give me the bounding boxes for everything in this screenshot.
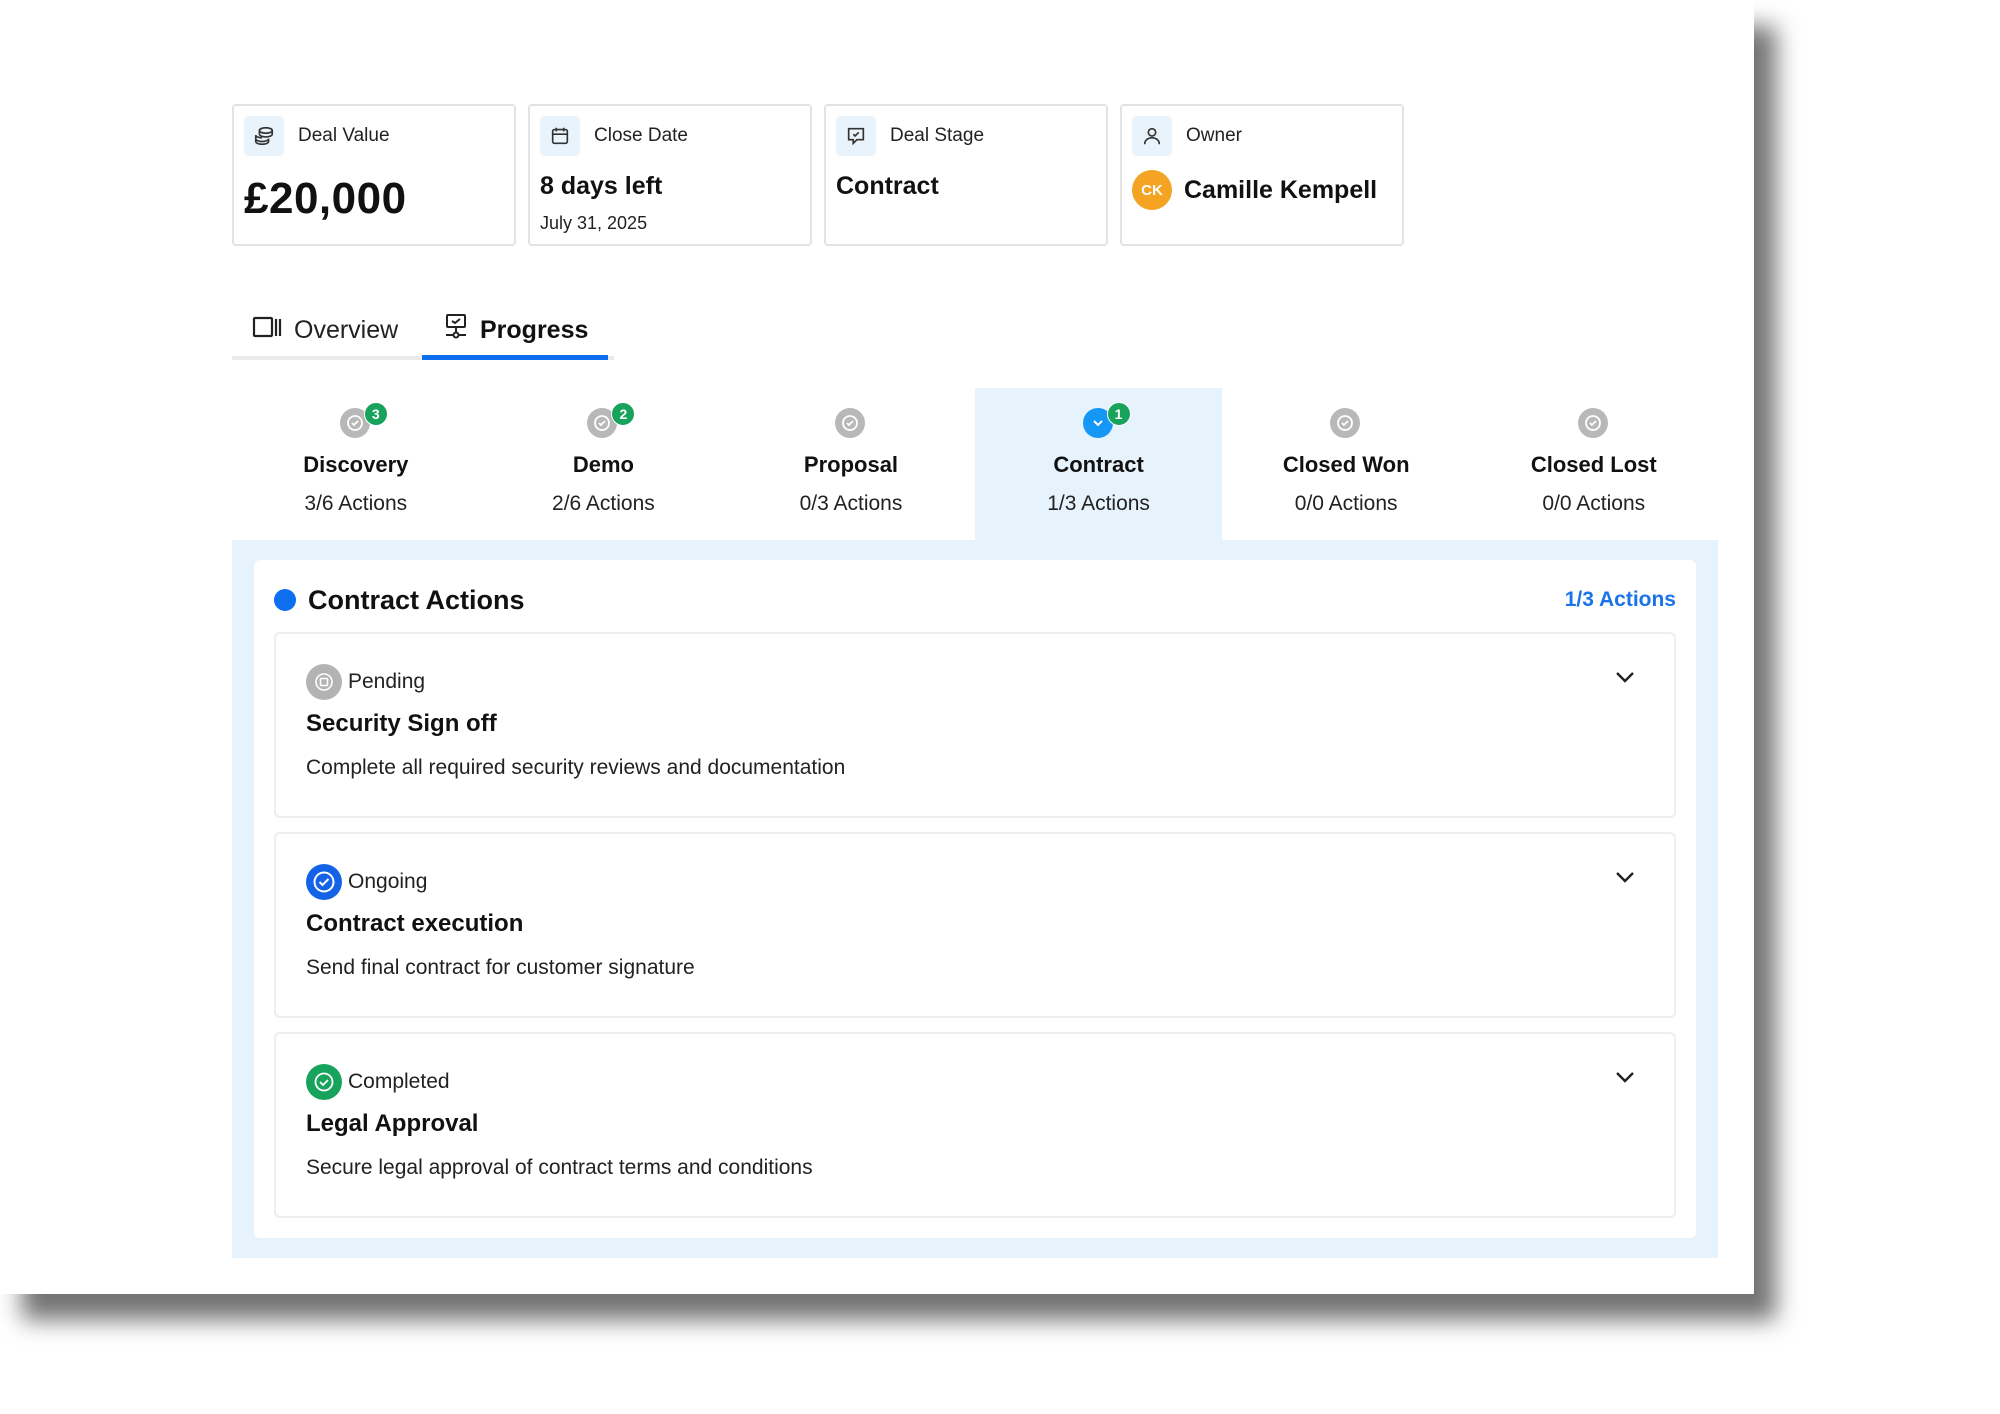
deal-value-card: Deal Value £20,000 xyxy=(232,104,516,246)
stage-name: Contract xyxy=(1053,452,1144,477)
panel-title: Contract Actions xyxy=(308,584,525,615)
deal-stage-label: Deal Stage xyxy=(890,125,985,146)
status-label: Completed xyxy=(348,1070,450,1093)
check-circle-icon xyxy=(1577,408,1608,438)
close-date-remaining: 8 days left xyxy=(540,172,663,200)
owner-card: Owner CK Camille Kempell xyxy=(1120,104,1404,246)
message-stage-icon xyxy=(836,116,876,156)
action-card-contract-execution[interactable]: Ongoing Contract execution Send final co… xyxy=(274,832,1676,1018)
stage-demo[interactable]: 2 Demo 2/6 Actions xyxy=(480,388,728,540)
stage-dot-icon xyxy=(274,589,296,611)
columns-icon xyxy=(252,316,282,345)
stage-count: 1/3 Actions xyxy=(1047,492,1150,515)
deal-stage-card: Deal Stage Contract xyxy=(824,104,1108,246)
completed-icon xyxy=(306,1064,342,1100)
chevron-down-icon[interactable] xyxy=(1614,870,1636,889)
check-circle-icon xyxy=(1330,408,1361,438)
avatar: CK xyxy=(1132,170,1172,210)
action-title: Security Sign off xyxy=(306,710,497,737)
tab-overview-label: Overview xyxy=(294,315,399,344)
progress-icon xyxy=(444,313,468,348)
panel-action-count[interactable]: 1/3 Actions xyxy=(1565,588,1676,612)
action-title: Legal Approval xyxy=(306,1110,479,1137)
close-date-label: Close Date xyxy=(594,125,688,146)
action-card-security-sign-off[interactable]: Pending Security Sign off Complete all r… xyxy=(274,632,1676,818)
stage-badge: 1 xyxy=(1106,402,1131,426)
coins-icon xyxy=(244,116,284,156)
action-card-legal-approval[interactable]: Completed Legal Approval Secure legal ap… xyxy=(274,1032,1676,1218)
owner-name: Camille Kempell xyxy=(1184,175,1378,204)
stage-closed-won[interactable]: Closed Won 0/0 Actions xyxy=(1222,388,1470,540)
app-window: Deal Value £20,000 Close Date 8 days lef… xyxy=(0,0,1754,1294)
actions-panel: Contract Actions 1/3 Actions Pending Sec… xyxy=(232,540,1718,1258)
deal-value-label: Deal Value xyxy=(298,125,390,146)
action-description: Secure legal approval of contract terms … xyxy=(306,1156,813,1179)
stage-count: 0/3 Actions xyxy=(799,492,903,515)
stage-pipeline: 3 Discovery 3/6 Actions 2 Demo 2/6 Actio… xyxy=(232,388,1718,540)
stage-count: 3/6 Actions xyxy=(304,492,408,515)
stage-name: Discovery xyxy=(303,452,409,477)
stage-name: Demo xyxy=(572,452,634,477)
tab-progress[interactable]: Progress xyxy=(444,304,588,356)
user-icon xyxy=(1132,116,1172,156)
action-title: Contract execution xyxy=(306,910,524,937)
action-description: Send final contract for customer signatu… xyxy=(306,956,695,979)
tab-bar: Overview Progress xyxy=(232,304,1718,360)
status-label: Pending xyxy=(348,670,426,693)
deal-value: £20,000 xyxy=(244,174,407,223)
deal-summary-cards: Deal Value £20,000 Close Date 8 days lef… xyxy=(232,104,1718,246)
close-date-card: Close Date 8 days left July 31, 2025 xyxy=(528,104,812,246)
stage-contract[interactable]: 1 Contract 1/3 Actions xyxy=(974,388,1223,540)
active-tab-indicator xyxy=(422,355,608,360)
stage-proposal[interactable]: Proposal 0/3 Actions xyxy=(727,388,975,540)
stage-closed-lost[interactable]: Closed Lost 0/0 Actions xyxy=(1470,388,1718,540)
check-circle-icon xyxy=(834,408,865,438)
stage-count: 0/0 Actions xyxy=(1542,492,1646,515)
stage-badge: 2 xyxy=(611,402,636,426)
calendar-icon xyxy=(540,116,580,156)
chevron-down-icon[interactable] xyxy=(1614,1070,1636,1089)
stage-name: Closed Won xyxy=(1282,452,1410,477)
chevron-down-icon[interactable] xyxy=(1614,670,1636,689)
ongoing-icon xyxy=(306,864,342,900)
status-label: Ongoing xyxy=(348,870,428,893)
deal-content: Deal Value £20,000 Close Date 8 days lef… xyxy=(232,104,1718,1258)
stage-count: 2/6 Actions xyxy=(552,492,655,515)
stage-name: Closed Lost xyxy=(1530,452,1657,477)
stage-badge: 3 xyxy=(363,402,388,426)
action-description: Complete all required security reviews a… xyxy=(306,756,846,779)
pending-icon xyxy=(306,664,342,700)
stage-discovery[interactable]: 3 Discovery 3/6 Actions xyxy=(232,388,480,540)
stage-name: Proposal xyxy=(803,452,899,477)
owner-label: Owner xyxy=(1186,125,1242,146)
tab-overview[interactable]: Overview xyxy=(252,304,398,356)
stage-count: 0/0 Actions xyxy=(1294,492,1398,515)
deal-stage-value: Contract xyxy=(836,172,939,200)
close-date-value: July 31, 2025 xyxy=(540,213,648,233)
tab-progress-label: Progress xyxy=(480,315,589,344)
